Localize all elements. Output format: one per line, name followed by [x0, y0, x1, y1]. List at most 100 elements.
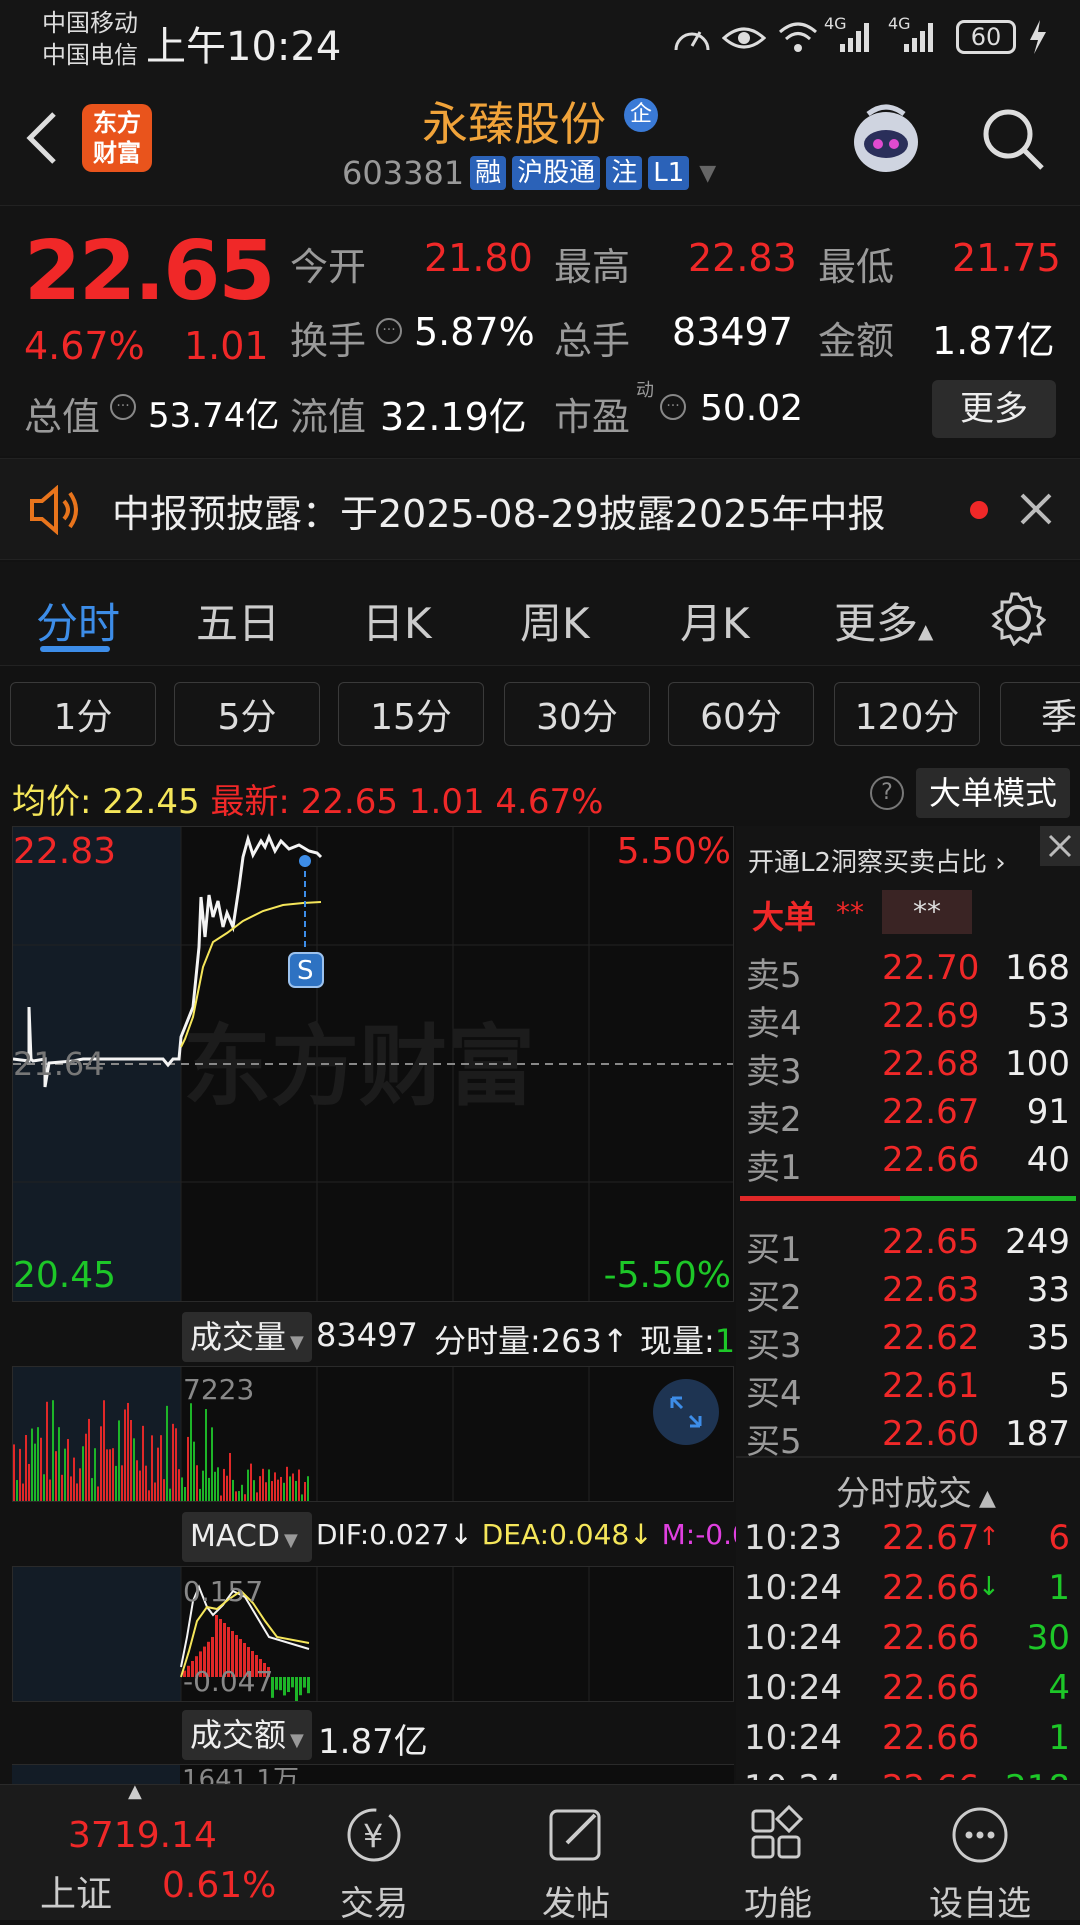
dropdown-icon: ▼ — [290, 1332, 304, 1353]
macd-bottom-label: -0.047 — [183, 1665, 274, 1698]
macd-bar — [287, 1677, 290, 1693]
volume-bar — [199, 1488, 201, 1501]
volume-bar — [259, 1476, 261, 1501]
search-icon[interactable] — [980, 106, 1046, 172]
nav-add-favorite[interactable]: 设自选 — [900, 1803, 1060, 1925]
ask-price: 22.67 — [882, 1092, 980, 1132]
interval-1min[interactable]: 1分 — [10, 682, 156, 746]
index-value[interactable]: 3719.14 — [68, 1815, 217, 1856]
big-order-mask-2: ** — [882, 890, 972, 934]
close-panel-icon[interactable] — [1040, 826, 1080, 866]
expand-icon — [670, 1396, 702, 1428]
bid-row[interactable]: 买4 22.61 5 — [742, 1366, 1074, 1414]
settings-gear-icon[interactable] — [990, 590, 1046, 646]
nav-trade[interactable]: ¥ 交易 — [294, 1803, 454, 1925]
interval-30min[interactable]: 30分 — [504, 682, 650, 746]
close-icon[interactable] — [1018, 491, 1054, 527]
macd-chart[interactable]: 0.157 -0.047 — [12, 1566, 734, 1703]
help-icon[interactable]: ? — [870, 776, 904, 810]
trade-row: 10:24 22.66 4 — [742, 1668, 1074, 1718]
avg-price: 22.45 — [102, 782, 200, 822]
bid-row[interactable]: 买3 22.62 35 — [742, 1318, 1074, 1366]
bid-row[interactable]: 买5 22.60 187 — [742, 1414, 1074, 1462]
app-logo[interactable]: 东方 财富 — [82, 104, 152, 172]
volume-bar — [268, 1469, 270, 1501]
index-change[interactable]: 0.61% — [162, 1865, 276, 1906]
info-icon[interactable]: ··· — [660, 394, 686, 420]
volume-bar — [247, 1469, 249, 1501]
tab-weekly-k[interactable]: 周K — [520, 590, 590, 651]
volume-bar — [73, 1457, 75, 1501]
big-order-mode-button[interactable]: 大单模式 — [916, 768, 1070, 818]
ask-row[interactable]: 卖4 22.69 53 — [742, 996, 1074, 1044]
ask-row[interactable]: 卖2 22.67 91 — [742, 1092, 1074, 1140]
ask-volume: 53 — [1026, 996, 1070, 1036]
ask-row[interactable]: 卖5 22.70 168 — [742, 948, 1074, 996]
dropdown-icon[interactable]: ▼ — [699, 161, 716, 186]
volume-bar — [301, 1494, 303, 1501]
bid-row[interactable]: 买2 22.63 33 — [742, 1270, 1074, 1318]
l2-promo-link[interactable]: 开通L2洞察买卖占比 › — [748, 842, 1006, 879]
index-name[interactable]: 上证 — [40, 1865, 112, 1917]
ask-row[interactable]: 卖3 22.68 100 — [742, 1044, 1074, 1092]
expand-up-icon[interactable]: ▲ — [128, 1781, 142, 1802]
macd-bar — [295, 1677, 298, 1703]
amount-indicator-select[interactable]: 成交额 ▼ — [182, 1710, 312, 1760]
nav-functions[interactable]: 功能 — [698, 1803, 858, 1925]
current-volume: 现量:1 — [640, 1316, 735, 1362]
macd-chart-svg — [13, 1567, 590, 1703]
ask-volume: 168 — [1005, 948, 1070, 988]
amount-chart[interactable]: 1641.1万 — [12, 1764, 734, 1784]
tab-five-day[interactable]: 五日 — [196, 590, 280, 651]
low-price: 21.75 — [952, 236, 1061, 280]
sell-signal-label: S — [297, 956, 314, 986]
notice-bar[interactable]: 中报预披露：于2025-08-29披露2025年中报 — [0, 458, 1080, 560]
nav-add-favorite-label: 设自选 — [929, 1884, 1031, 1924]
order-book-panel: 开通L2洞察买卖占比 › 大单 ** ** 卖5 22.70 168 卖4 22.69 5… — [736, 826, 1080, 1780]
logo-line-2: 财富 — [93, 139, 141, 167]
volume-bar — [298, 1469, 300, 1501]
volume-bar — [76, 1483, 78, 1501]
bid-row[interactable]: 买1 22.65 249 — [742, 1222, 1074, 1270]
stock-code-row[interactable]: 603381 融 沪股通 注 L1 ▼ — [342, 154, 716, 192]
volume-bar — [121, 1465, 123, 1501]
intraday-chart[interactable]: 东方财富 S 22.83 21.64 20.45 5.50% -5.50% — [12, 826, 734, 1302]
back-icon[interactable] — [22, 110, 62, 166]
volume-bar — [295, 1480, 297, 1501]
expand-button[interactable] — [653, 1379, 719, 1445]
interval-quarter[interactable]: 季 — [1000, 682, 1080, 746]
trade-time: 10:24 — [744, 1718, 842, 1758]
interval-5min[interactable]: 5分 — [174, 682, 320, 746]
volume-chart[interactable]: 7223 — [12, 1366, 734, 1502]
trades-header[interactable]: 分时成交 ▲ — [836, 1466, 996, 1515]
info-icon[interactable]: ··· — [110, 394, 136, 420]
divider — [736, 1456, 1080, 1458]
interval-120min[interactable]: 120分 — [834, 682, 980, 746]
more-button[interactable]: 更多 — [932, 380, 1056, 438]
robot-assistant-icon[interactable] — [846, 100, 926, 180]
big-order-label: 大单 — [752, 898, 817, 936]
tab-intraday[interactable]: 分时 — [36, 590, 120, 651]
macd-indicator-select[interactable]: MACD ▼ — [182, 1512, 312, 1562]
stock-name[interactable]: 永臻股份 — [422, 88, 606, 154]
macd-bar — [283, 1677, 286, 1696]
volume-bar — [283, 1482, 285, 1501]
interval-60min[interactable]: 60分 — [668, 682, 814, 746]
macd-dif: DIF:0.027 — [316, 1518, 450, 1551]
volume-bar — [91, 1478, 93, 1501]
trade-price: 22.67 — [882, 1518, 980, 1558]
interval-15min[interactable]: 15分 — [338, 682, 484, 746]
tab-daily-k[interactable]: 日K — [362, 590, 432, 651]
tab-monthly-k[interactable]: 月K — [680, 590, 750, 651]
nav-post[interactable]: 发帖 — [496, 1803, 656, 1925]
total-mcap-label: 总值 — [24, 395, 101, 439]
tab-more[interactable]: 更多▲ — [834, 590, 933, 651]
macd-indicator-label: MACD — [190, 1519, 280, 1554]
volume-indicator-select[interactable]: 成交量 ▼ — [182, 1312, 312, 1362]
signal-icon-2 — [904, 23, 933, 52]
volume-bar — [25, 1435, 27, 1501]
ask-row[interactable]: 卖1 22.66 40 — [742, 1140, 1074, 1188]
volume-bar — [55, 1451, 57, 1501]
battery-icon: 60 — [956, 20, 1016, 54]
info-icon[interactable]: ··· — [376, 318, 402, 344]
